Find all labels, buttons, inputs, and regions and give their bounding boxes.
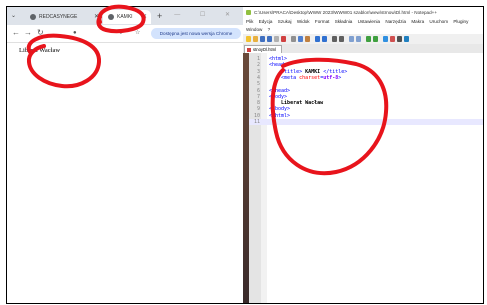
code-token: </head> xyxy=(269,87,291,94)
play-macro-icon[interactable] xyxy=(397,36,402,42)
menu-item[interactable]: Narzędzia xyxy=(385,19,406,24)
code-editor[interactable]: 1 <html> 2 <head> 3 <title> KAMKI </title> 4 … xyxy=(249,53,483,303)
back-icon[interactable]: ← xyxy=(12,28,20,38)
profile-icon[interactable]: ● xyxy=(119,28,123,38)
globe-icon xyxy=(30,13,36,20)
copy-icon[interactable] xyxy=(298,36,303,42)
code-token: <head> xyxy=(269,62,288,69)
close-file-icon[interactable] xyxy=(274,36,279,42)
paste-icon[interactable] xyxy=(305,36,310,42)
menu-item[interactable]: Składnia xyxy=(335,19,353,24)
record-macro-icon[interactable] xyxy=(390,36,395,42)
undo-icon[interactable] xyxy=(315,36,320,42)
menu-item[interactable]: Szukaj xyxy=(278,19,292,24)
notepadpp-window: C:\Users\PRACA\Desktop\WWW 2023\WWW01 sz… xyxy=(243,7,483,303)
new-file-icon[interactable] xyxy=(246,36,251,42)
update-chrome-button[interactable]: Dostępna jest nowa wersja Chrome xyxy=(151,28,241,39)
line-number: 11 xyxy=(253,119,260,125)
menu-item[interactable]: ? xyxy=(268,27,271,32)
menu-item[interactable]: Widok xyxy=(297,19,310,24)
code-line[interactable]: 11 xyxy=(249,119,483,126)
cut-icon[interactable] xyxy=(291,36,296,42)
toolbar xyxy=(243,34,483,44)
menu-item[interactable]: Window xyxy=(246,27,262,32)
tab-inactive[interactable]: REDCASYNEGE ✕ xyxy=(25,10,103,24)
code-token: <meta xyxy=(269,74,300,81)
save-all-icon[interactable] xyxy=(267,36,272,42)
forward-icon[interactable]: → xyxy=(24,28,32,38)
open-file-icon[interactable] xyxy=(253,36,258,42)
code-token: > xyxy=(338,74,342,81)
menu-item[interactable]: Edycja xyxy=(259,19,273,24)
doc-map-icon[interactable] xyxy=(404,36,409,42)
screenshot-frame: ⌄ REDCASYNEGE ✕ KAMKI ✕ + — ☐ ✕ ← → ↻ ● … xyxy=(6,6,484,304)
bookmark-icon[interactable]: ☆ xyxy=(135,28,140,38)
window-controls[interactable]: — ☐ ✕ xyxy=(174,11,239,18)
chrome-window: ⌄ REDCASYNEGE ✕ KAMKI ✕ + — ☐ ✕ ← → ↻ ● … xyxy=(7,7,243,303)
menu-bar: Plik Edycja Szukaj Widok Format Składnia… xyxy=(243,18,483,34)
code-token: charset xyxy=(299,74,321,81)
redo-icon[interactable] xyxy=(322,36,327,42)
code-token: Liberat Wacław xyxy=(269,100,324,107)
code-token: </title> xyxy=(323,68,348,75)
code-token: KAMKI xyxy=(302,68,324,75)
menu-item[interactable]: Ustawienia xyxy=(358,19,380,24)
replace-icon[interactable] xyxy=(339,36,344,42)
window-title: C:\Users\PRACA\Desktop\WWW 2023\WWW01 sz… xyxy=(254,10,438,15)
code-token: <title> xyxy=(269,68,303,75)
code-token: </body> xyxy=(269,106,291,113)
file-tab-label: stnoyDl.html xyxy=(253,47,277,52)
unsaved-icon xyxy=(247,48,251,52)
menu-item[interactable]: Pluginy xyxy=(453,19,468,24)
menu-item[interactable]: Makra xyxy=(411,19,424,24)
menu-item[interactable]: Plik xyxy=(246,19,253,24)
code-token: </html> xyxy=(269,112,291,119)
find-icon[interactable] xyxy=(332,36,337,42)
indent-guide-icon[interactable] xyxy=(383,36,388,42)
tab-active[interactable]: KAMKI ✕ xyxy=(103,10,151,24)
sync-scroll-icon[interactable] xyxy=(366,36,371,42)
code-token: <html> xyxy=(269,56,288,62)
word-wrap-icon[interactable] xyxy=(373,36,378,42)
zoom-in-icon[interactable] xyxy=(349,36,354,42)
code-token: utf-8 xyxy=(323,74,339,81)
close-icon[interactable]: ✕ xyxy=(142,10,147,24)
page-content: Liberat Wacław xyxy=(7,43,243,303)
menu-item[interactable]: Format xyxy=(315,19,330,24)
save-icon[interactable] xyxy=(260,36,265,42)
tab-search-icon[interactable]: ⌄ xyxy=(11,12,19,20)
tab-label: KAMKI xyxy=(117,14,133,20)
globe-icon xyxy=(108,13,114,20)
browser-toolbar: ← → ↻ ● ● ☆ Dostępna jest nowa wersja Ch… xyxy=(7,25,243,43)
new-tab-button[interactable]: + xyxy=(157,10,162,22)
file-tab[interactable]: stnoyDl.html xyxy=(244,45,282,53)
code-token: <body> xyxy=(269,93,288,100)
print-icon[interactable] xyxy=(281,36,286,42)
extension-icon[interactable]: ● xyxy=(73,28,77,38)
close-icon[interactable]: ✕ xyxy=(94,10,99,24)
notepadpp-icon xyxy=(246,10,251,15)
page-body-text: Liberat Wacław xyxy=(19,47,61,54)
tab-label: REDCASYNEGE xyxy=(39,14,78,20)
menu-item[interactable]: Uruchom xyxy=(429,19,448,24)
window-title-bar: C:\Users\PRACA\Desktop\WWW 2023\WWW01 sz… xyxy=(243,7,483,18)
reload-icon[interactable]: ↻ xyxy=(37,28,44,38)
tab-strip: ⌄ REDCASYNEGE ✕ KAMKI ✕ + — ☐ ✕ xyxy=(7,7,243,25)
zoom-out-icon[interactable] xyxy=(356,36,361,42)
